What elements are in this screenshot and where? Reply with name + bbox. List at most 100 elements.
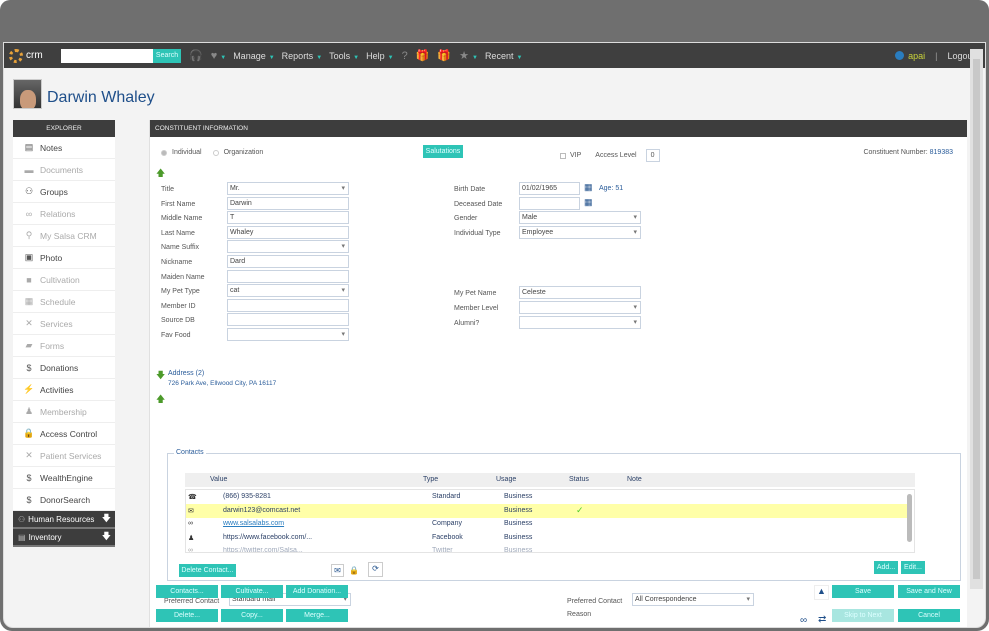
sidebar-item-donations[interactable]: $ Donations xyxy=(13,357,115,379)
col-status[interactable]: Status xyxy=(569,476,589,483)
menu-recent[interactable]: Recent ▼ xyxy=(485,51,522,61)
crm-logo[interactable]: crm xyxy=(9,48,59,63)
address-link[interactable]: Address (2) xyxy=(168,370,204,377)
sidebar-item-icon: ⚡ xyxy=(23,384,35,394)
sidebar-item-membership[interactable]: ♟ Membership xyxy=(13,401,115,423)
refresh-icon[interactable]: ⟳ xyxy=(368,562,383,577)
search-input[interactable] xyxy=(61,48,153,63)
last-name-input[interactable]: Whaley xyxy=(227,225,349,239)
sidebar-item-services[interactable]: ✕ Services xyxy=(13,313,115,335)
gender-select[interactable]: Male xyxy=(519,211,641,224)
contacts-button[interactable]: Contacts... xyxy=(156,585,218,598)
contact-type-icon: ☎ xyxy=(188,494,197,501)
help-cursor-icon[interactable]: ? xyxy=(402,50,408,62)
col-note[interactable]: Note xyxy=(627,476,642,483)
heart-icon[interactable]: ♥ ▼ xyxy=(211,50,226,62)
email-icon[interactable]: ✉ xyxy=(331,564,344,577)
pref-method-label: Preferred Contact xyxy=(164,598,220,605)
nickname-input[interactable]: Dard xyxy=(227,255,349,268)
sidebar-item-activities[interactable]: ⚡ Activities xyxy=(13,379,115,401)
fav-food-select[interactable] xyxy=(227,328,349,341)
pref-reason-select[interactable]: All Correspondence xyxy=(632,593,754,606)
contact-row[interactable]: ♟ https://www.facebook.com/... Facebook Bus… xyxy=(186,531,908,545)
middle-name-input[interactable]: T xyxy=(227,211,349,225)
col-usage[interactable]: Usage xyxy=(496,476,516,483)
col-type[interactable]: Type xyxy=(423,476,438,483)
menu-tools[interactable]: Tools ▼ xyxy=(329,51,359,61)
sidebar-item-schedule[interactable]: ▦ Schedule xyxy=(13,291,115,313)
sidebar-item-photo[interactable]: ▣ Photo xyxy=(13,247,115,269)
sidebar-item-patient-services[interactable]: ✕ Patient Services xyxy=(13,445,115,467)
sidebar-item-cultivation[interactable]: ■ Cultivation xyxy=(13,269,115,291)
sidebar-group-inventory[interactable]: ▤ Inventory 🡇 xyxy=(13,529,115,547)
delete-button[interactable]: Delete... xyxy=(156,609,218,622)
my-pet-type-select[interactable]: cat xyxy=(227,284,349,298)
sidebar-item-wealthengine[interactable]: $ WealthEngine xyxy=(13,467,115,489)
sidebar-item-access-control[interactable]: 🔒 Access Control xyxy=(13,423,115,445)
save-button[interactable]: Save xyxy=(832,585,894,598)
cultivate-button[interactable]: Cultivate... xyxy=(221,585,283,598)
source-db-input[interactable] xyxy=(227,313,349,327)
col-value[interactable]: Value xyxy=(210,476,227,483)
table-scrollbar[interactable] xyxy=(907,494,912,542)
member-level-select[interactable] xyxy=(519,301,641,314)
menu-help[interactable]: Help ▼ xyxy=(366,51,393,61)
merge-button[interactable]: Merge... xyxy=(286,609,348,622)
sidebar-item-my-salsa-crm[interactable]: ⚲ My Salsa CRM xyxy=(13,225,115,247)
title-select[interactable]: Mr. xyxy=(227,182,349,195)
save-and-new-button[interactable]: Save and New xyxy=(898,585,960,598)
cancel-button[interactable]: Cancel xyxy=(898,609,960,622)
access-level-input[interactable]: 0 xyxy=(645,149,660,162)
star-icon[interactable]: ★ ▼ xyxy=(459,49,478,62)
radio-individual[interactable] xyxy=(161,149,167,156)
pet-name-input[interactable]: Celeste xyxy=(519,286,641,299)
contact-row[interactable]: ☎ (866) 935-8281 Standard Business xyxy=(186,490,908,504)
alumni-select[interactable] xyxy=(519,316,641,329)
contact-row[interactable]: ✉ darwin123@comcast.net Business ✓ xyxy=(186,503,908,518)
sidebar-item-groups[interactable]: ⚇ Groups xyxy=(13,181,115,203)
repeat-icon[interactable]: ⇄ xyxy=(818,614,826,625)
radio-organization[interactable] xyxy=(212,149,219,156)
copy-button[interactable]: Copy... xyxy=(221,609,283,622)
individual-type-select[interactable]: Employee xyxy=(519,226,641,239)
sidebar-item-relations[interactable]: ∞ Relations xyxy=(13,203,115,225)
sidebar-group-label: Inventory xyxy=(28,532,62,542)
sidebar-item-donorsearch[interactable]: $ DonorSearch xyxy=(13,489,115,511)
add-donation-button[interactable]: Add Donation... xyxy=(286,585,348,598)
gift-add-icon[interactable]: 🎁 xyxy=(437,49,451,62)
sidebar-item-documents[interactable]: ▬ Documents xyxy=(13,159,115,181)
first-name-input[interactable]: Darwin xyxy=(227,196,349,210)
deceased-date-input[interactable] xyxy=(519,197,580,210)
sidebar-item-forms[interactable]: ▰ Forms xyxy=(13,335,115,357)
add-contact-button[interactable]: Add... xyxy=(874,561,898,574)
user-name[interactable]: apai xyxy=(908,51,925,61)
member-id-input[interactable] xyxy=(227,298,349,312)
contact-value[interactable]: www.salsalabs.com xyxy=(223,520,284,527)
contact-row[interactable]: ∞ www.salsalabs.com Company Business xyxy=(186,517,908,531)
calendar-icon[interactable]: ▦ xyxy=(584,182,593,193)
page-scrollbar-thumb[interactable] xyxy=(973,59,980,579)
calendar-icon[interactable]: ▦ xyxy=(584,197,593,208)
birth-date-input[interactable]: 01/02/1965 xyxy=(519,182,580,195)
menu-reports[interactable]: Reports ▼ xyxy=(282,51,322,61)
gift-icon[interactable]: 🎁 xyxy=(416,49,430,62)
name-suffix-select[interactable] xyxy=(227,240,349,254)
menu-manage[interactable]: Manage ▼ xyxy=(233,51,274,61)
search-button[interactable]: Search xyxy=(153,48,181,63)
skip-to-next-button[interactable]: Skip to Next xyxy=(832,609,894,622)
collapse-up-icon[interactable]: 🡅 xyxy=(156,392,165,408)
contact-row[interactable]: ∞ https://twitter.com/Salsa... Twitter Busi… xyxy=(186,544,908,552)
scroll-top-icon[interactable]: ▲ xyxy=(814,585,829,600)
sidebar-item-notes[interactable]: ▤ Notes xyxy=(13,137,115,159)
vip-checkbox[interactable] xyxy=(560,152,566,159)
salutations-button[interactable]: Salutations xyxy=(423,145,463,158)
edit-contact-button[interactable]: Edit... xyxy=(901,561,925,574)
maiden-name-input[interactable] xyxy=(227,269,349,283)
collapse-up-icon[interactable]: 🡅 xyxy=(156,166,165,182)
headset-icon[interactable]: 🎧 xyxy=(189,49,203,62)
infinity-icon[interactable]: ∞ xyxy=(800,615,807,626)
page-scrollbar[interactable] xyxy=(970,49,983,589)
expand-down-icon[interactable]: 🡇 xyxy=(156,368,165,384)
delete-contact-button[interactable]: Delete Contact... xyxy=(179,564,236,577)
sidebar-group-human-resources[interactable]: ⚇ Human Resources 🡇 xyxy=(13,511,115,529)
